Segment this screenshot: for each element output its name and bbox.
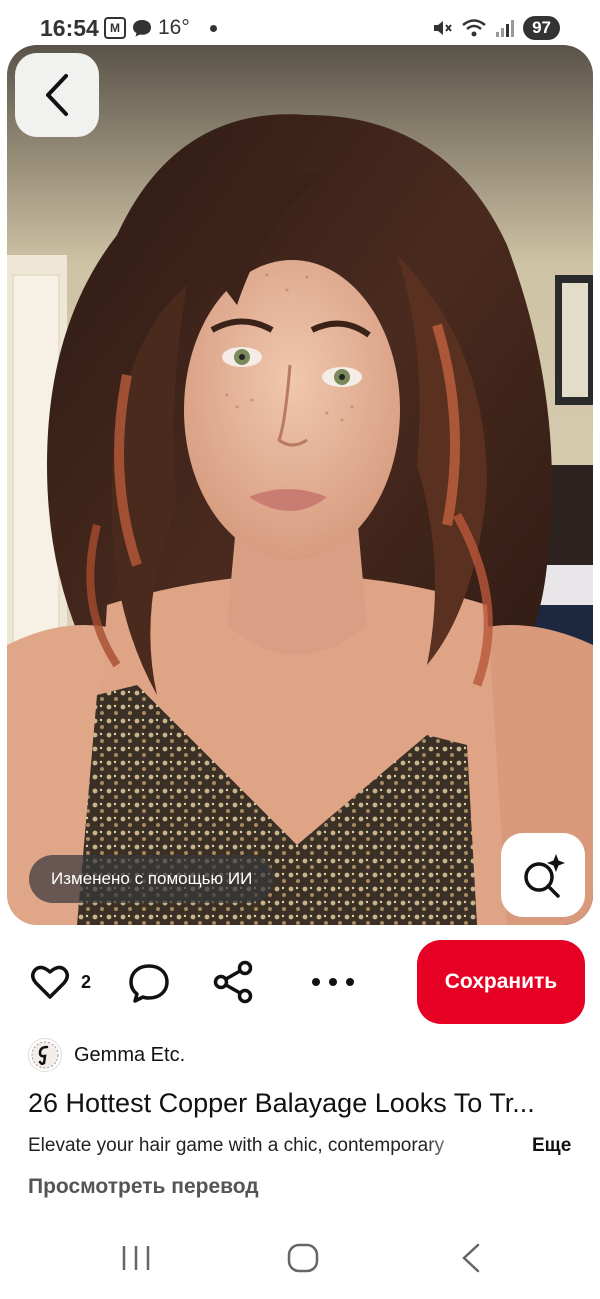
view-translation-link[interactable]: Просмотреть перевод	[28, 1175, 259, 1199]
status-time: 16:54	[40, 15, 99, 41]
mute-icon	[434, 21, 452, 35]
pin-title: 26 Hottest Copper Balayage Looks To Tr..…	[28, 1088, 535, 1118]
ai-modified-badge[interactable]: Изменено с помощью ИИ	[29, 855, 275, 903]
pin-image-card[interactable]: Изменено с помощью ИИ	[7, 45, 593, 925]
system-nav-bar	[0, 1220, 600, 1299]
lens-sparkle-icon	[524, 854, 565, 898]
visual-search-button[interactable]	[501, 833, 585, 917]
pin-description: Elevate your hair game with a chic, cont…	[28, 1135, 483, 1157]
wifi-icon	[462, 19, 486, 37]
recents-icon[interactable]	[120, 1244, 152, 1272]
notification-dot	[209, 24, 217, 32]
pin-photo[interactable]	[7, 45, 593, 925]
signal-icon	[496, 20, 515, 37]
status-icons-right: 97	[431, 16, 560, 40]
heart-icon[interactable]	[30, 962, 70, 1002]
status-icons-left: M 16°	[104, 16, 217, 40]
status-temperature: 16°	[158, 16, 190, 39]
chevron-left-icon	[46, 74, 68, 116]
battery-indicator: 97	[523, 16, 560, 40]
more-link[interactable]: Еще	[532, 1135, 571, 1157]
back-button[interactable]	[15, 53, 99, 137]
action-row: 2 Сохранить	[0, 940, 600, 1024]
author[interactable]: Gemma Etc.	[28, 1038, 185, 1072]
more-options-icon[interactable]	[308, 970, 358, 994]
author-name[interactable]: Gemma Etc.	[74, 1044, 185, 1067]
share-icon[interactable]	[212, 960, 254, 1004]
app-m-icon: M	[104, 17, 126, 39]
author-avatar[interactable]	[28, 1038, 62, 1072]
chat-bubble-icon	[133, 20, 151, 37]
like-count: 2	[81, 972, 92, 992]
author-logo-icon	[31, 1041, 59, 1069]
back-nav-icon[interactable]	[458, 1242, 484, 1274]
save-button[interactable]: Сохранить	[417, 940, 585, 1024]
comment-icon[interactable]	[128, 962, 170, 1004]
home-icon[interactable]	[286, 1242, 320, 1274]
